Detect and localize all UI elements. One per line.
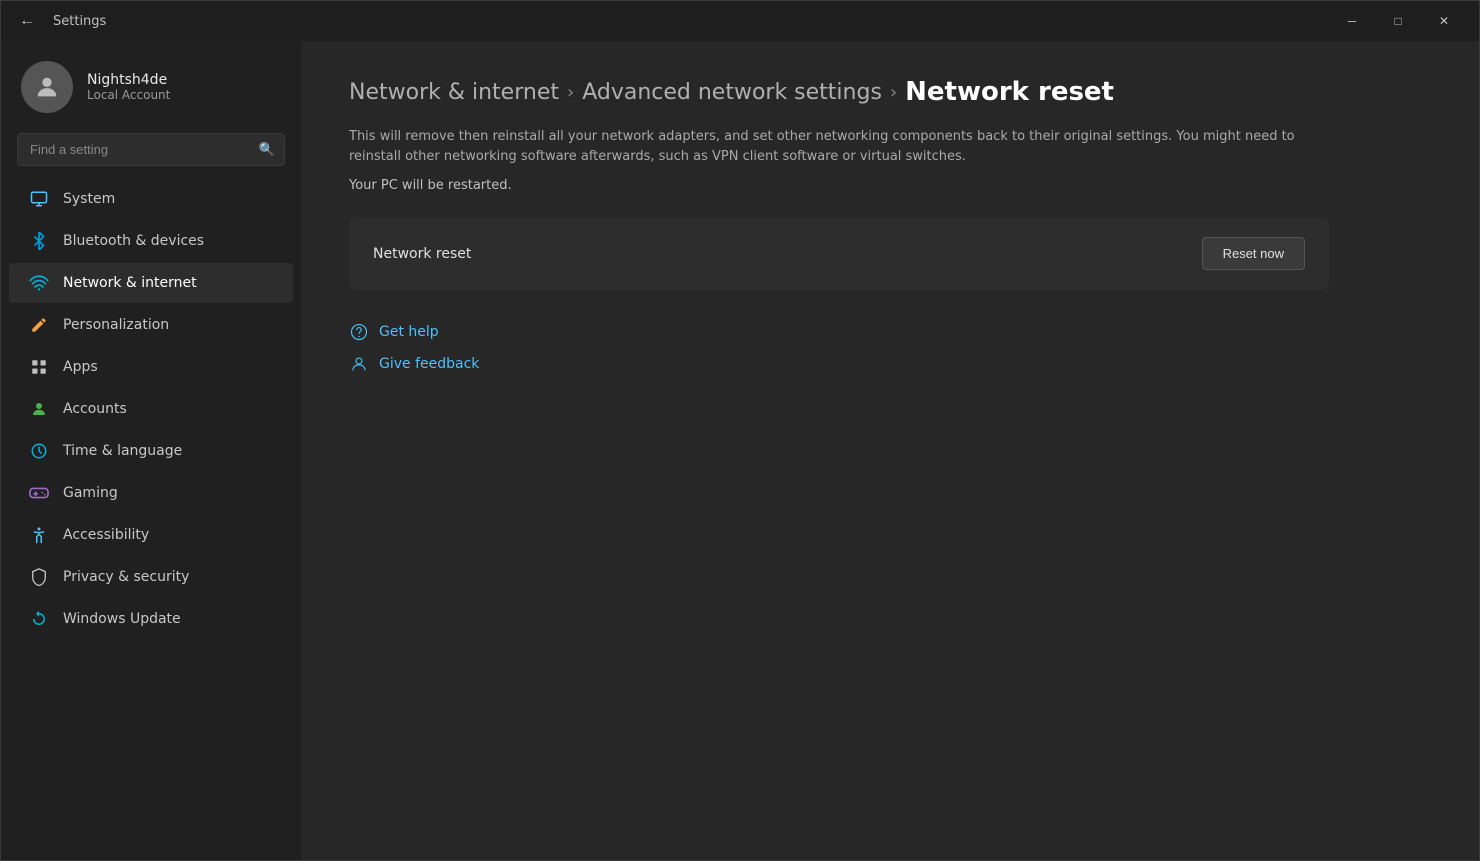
content-area: Network & internet › Advanced network se… <box>301 41 1479 860</box>
reset-card-label: Network reset <box>373 246 471 262</box>
give-feedback-icon <box>349 354 369 374</box>
bluetooth-icon <box>29 231 49 251</box>
main-layout: Nightsh4de Local Account 🔍 <box>1 41 1479 860</box>
give-feedback-link[interactable]: Give feedback <box>349 354 1431 374</box>
sidebar-item-network[interactable]: Network & internet <box>9 263 293 303</box>
gaming-icon <box>29 483 49 503</box>
titlebar-title: Settings <box>53 14 106 29</box>
breadcrumb-current: Network reset <box>905 77 1114 107</box>
get-help-icon <box>349 322 369 342</box>
sidebar-item-time-label: Time & language <box>63 443 182 459</box>
user-section: Nightsh4de Local Account <box>1 41 301 133</box>
sidebar-item-system-label: System <box>63 191 115 207</box>
network-reset-card: Network reset Reset now <box>349 217 1329 290</box>
minimize-button[interactable]: ─ <box>1329 1 1375 41</box>
update-icon <box>29 609 49 629</box>
give-feedback-label: Give feedback <box>379 356 479 372</box>
personalization-icon <box>29 315 49 335</box>
back-button[interactable]: ← <box>13 7 41 35</box>
get-help-label: Get help <box>379 324 439 340</box>
accessibility-icon <box>29 525 49 545</box>
network-icon <box>29 273 49 293</box>
sidebar-item-accessibility-label: Accessibility <box>63 527 149 543</box>
page-description: This will remove then reinstall all your… <box>349 127 1309 166</box>
get-help-link[interactable]: Get help <box>349 322 1431 342</box>
breadcrumb-advanced[interactable]: Advanced network settings <box>582 80 882 105</box>
breadcrumb-sep-2: › <box>890 82 897 103</box>
sidebar-item-gaming[interactable]: Gaming <box>9 473 293 513</box>
sidebar-item-apps[interactable]: Apps <box>9 347 293 387</box>
user-name: Nightsh4de <box>87 72 170 88</box>
sidebar-item-privacy-label: Privacy & security <box>63 569 189 585</box>
sidebar-item-apps-label: Apps <box>63 359 98 375</box>
maximize-button[interactable]: □ <box>1375 1 1421 41</box>
sidebar-item-accounts-label: Accounts <box>63 401 127 417</box>
sidebar-item-personalization-label: Personalization <box>63 317 169 333</box>
sidebar-item-update-label: Windows Update <box>63 611 181 627</box>
system-icon <box>29 189 49 209</box>
breadcrumb-network[interactable]: Network & internet <box>349 80 559 105</box>
restart-note: Your PC will be restarted. <box>349 178 1431 193</box>
breadcrumb: Network & internet › Advanced network se… <box>349 77 1431 107</box>
sidebar-item-bluetooth-label: Bluetooth & devices <box>63 233 204 249</box>
sidebar-item-system[interactable]: System <box>9 179 293 219</box>
search-input[interactable] <box>17 133 285 166</box>
sidebar-item-bluetooth[interactable]: Bluetooth & devices <box>9 221 293 261</box>
sidebar-item-gaming-label: Gaming <box>63 485 118 501</box>
sidebar-item-time[interactable]: Time & language <box>9 431 293 471</box>
nav-menu: System Bluetooth & devices <box>1 174 301 644</box>
search-box: 🔍 <box>17 133 285 166</box>
apps-icon <box>29 357 49 377</box>
settings-window: ← Settings ─ □ ✕ Nightsh4de Lo <box>0 0 1480 861</box>
sidebar-item-accounts[interactable]: Accounts <box>9 389 293 429</box>
sidebar-item-personalization[interactable]: Personalization <box>9 305 293 345</box>
privacy-icon <box>29 567 49 587</box>
titlebar: ← Settings ─ □ ✕ <box>1 1 1479 41</box>
sidebar-item-network-label: Network & internet <box>63 275 197 291</box>
sidebar-item-accessibility[interactable]: Accessibility <box>9 515 293 555</box>
close-button[interactable]: ✕ <box>1421 1 1467 41</box>
avatar <box>21 61 73 113</box>
sidebar-item-privacy[interactable]: Privacy & security <box>9 557 293 597</box>
accounts-icon <box>29 399 49 419</box>
time-icon <box>29 441 49 461</box>
window-controls: ─ □ ✕ <box>1329 1 1467 41</box>
sidebar: Nightsh4de Local Account 🔍 <box>1 41 301 860</box>
breadcrumb-sep-1: › <box>567 82 574 103</box>
reset-now-button[interactable]: Reset now <box>1202 237 1305 270</box>
help-links: Get help Give feedback <box>349 322 1431 374</box>
user-info: Nightsh4de Local Account <box>87 72 170 102</box>
sidebar-item-update[interactable]: Windows Update <box>9 599 293 639</box>
user-type: Local Account <box>87 88 170 102</box>
